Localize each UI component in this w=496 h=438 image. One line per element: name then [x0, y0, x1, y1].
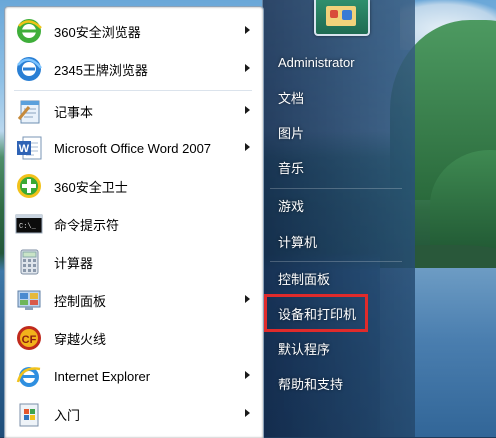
cmd-icon: C:\_ — [14, 209, 44, 239]
program-label: 计算器 — [54, 255, 94, 271]
calculator-icon — [14, 247, 44, 277]
program-360-browser[interactable]: 360安全浏览器 — [8, 14, 258, 48]
start-menu: 360安全浏览器 2345王牌浏览器 记事本 W Microsoft Offic… — [0, 0, 415, 438]
program-getting-started[interactable]: 入门 — [8, 397, 258, 431]
browser-2345-icon — [14, 54, 44, 84]
menu-item-help-and-support[interactable]: 帮助和支持 — [270, 370, 406, 396]
submenu-arrow-icon[interactable] — [245, 64, 250, 72]
submenu-arrow-icon[interactable] — [245, 143, 250, 151]
divider — [270, 188, 402, 189]
program-notepad[interactable]: 记事本 — [8, 94, 258, 128]
word-icon: W — [14, 133, 44, 163]
submenu-arrow-icon[interactable] — [245, 295, 250, 303]
program-label: Internet Explorer — [54, 368, 151, 384]
browser-360-icon — [14, 16, 44, 46]
program-crossfire[interactable]: CF 穿越火线 — [8, 321, 258, 355]
program-360-security[interactable]: 360安全卫士 — [8, 169, 258, 203]
svg-text:W: W — [19, 143, 30, 155]
menu-item-pictures[interactable]: 图片 — [270, 119, 406, 145]
program-word-2007[interactable]: W Microsoft Office Word 2007 — [8, 131, 258, 165]
menu-item-documents[interactable]: 文档 — [270, 84, 406, 110]
program-label: 穿越火线 — [54, 331, 107, 347]
menu-item-user[interactable]: Administrator — [270, 49, 406, 75]
submenu-arrow-icon[interactable] — [245, 371, 250, 379]
program-label: 360安全浏览器 — [54, 24, 141, 40]
security-360-icon — [14, 171, 44, 201]
getting-started-icon — [14, 399, 44, 429]
program-label: 360安全卫士 — [54, 179, 128, 195]
submenu-arrow-icon[interactable] — [245, 106, 250, 114]
svg-text:C:\_: C:\_ — [19, 223, 37, 231]
crossfire-icon: CF — [14, 323, 44, 353]
notepad-icon — [14, 96, 44, 126]
submenu-arrow-icon[interactable] — [245, 409, 250, 417]
program-label: 2345王牌浏览器 — [54, 62, 148, 78]
program-2345-browser[interactable]: 2345王牌浏览器 — [8, 52, 258, 86]
red-highlight-box — [264, 294, 368, 332]
program-control-panel[interactable]: 控制面板 — [8, 283, 258, 317]
program-label: 入门 — [54, 407, 81, 423]
divider — [14, 90, 252, 91]
control-panel-icon — [14, 285, 44, 315]
menu-item-games[interactable]: 游戏 — [270, 192, 406, 218]
program-internet-explorer[interactable]: Internet Explorer — [8, 359, 258, 393]
svg-text:CF: CF — [22, 334, 37, 346]
program-label: Microsoft Office Word 2007 — [54, 140, 212, 156]
menu-item-default-programs[interactable]: 默认程序 — [270, 335, 406, 361]
menu-item-music[interactable]: 音乐 — [270, 154, 406, 180]
user-picture[interactable] — [314, 0, 370, 36]
program-calculator[interactable]: 计算器 — [8, 245, 258, 279]
program-label: 命令提示符 — [54, 217, 120, 233]
program-command-prompt[interactable]: C:\_ 命令提示符 — [8, 207, 258, 241]
internet-explorer-icon — [14, 361, 44, 391]
menu-item-control-panel[interactable]: 控制面板 — [270, 265, 406, 291]
program-label: 记事本 — [54, 104, 94, 120]
menu-item-computer[interactable]: 计算机 — [270, 228, 406, 254]
program-label: 控制面板 — [54, 293, 107, 309]
divider — [270, 261, 402, 262]
submenu-arrow-icon[interactable] — [245, 26, 250, 34]
